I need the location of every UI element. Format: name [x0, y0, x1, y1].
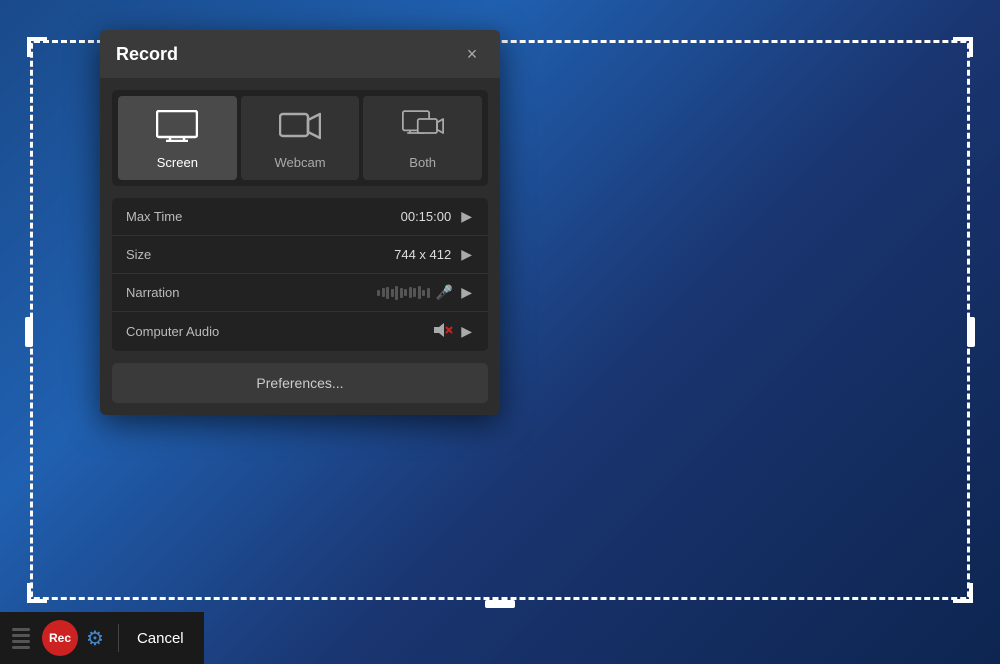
narration-meter — [377, 286, 430, 300]
dialog-title: Record — [116, 44, 178, 65]
mode-tab-screen[interactable]: Screen — [118, 96, 237, 180]
grip-line-3 — [12, 640, 30, 643]
webcam-tab-label: Webcam — [274, 155, 325, 170]
cancel-button[interactable]: Cancel — [129, 626, 192, 651]
mute-icon — [433, 322, 453, 341]
settings-button[interactable]: ⚙ — [86, 626, 104, 651]
computer-audio-chevron[interactable]: ▶ — [459, 323, 474, 340]
both-tab-label: Both — [409, 155, 436, 170]
meter-bar-3 — [386, 287, 389, 299]
bottom-toolbar: Rec ⚙ Cancel — [0, 612, 204, 664]
webcam-icon — [279, 110, 321, 147]
narration-label: Narration — [126, 285, 377, 300]
meter-bar-10 — [418, 286, 421, 299]
meter-bar-2 — [382, 288, 385, 297]
corner-handle-tl — [27, 37, 47, 57]
max-time-row: Max Time 00:15:00 ▶ — [112, 198, 488, 236]
computer-audio-row: Computer Audio ▶ — [112, 312, 488, 351]
max-time-label: Max Time — [126, 209, 401, 224]
screen-icon — [156, 110, 198, 147]
corner-handle-br — [953, 583, 973, 603]
side-handle-right[interactable] — [967, 317, 975, 347]
grip-line-4 — [12, 646, 30, 649]
screen-tab-label: Screen — [157, 155, 198, 170]
meter-bar-11 — [422, 290, 425, 296]
meter-bar-5 — [395, 286, 398, 300]
meter-bar-9 — [413, 288, 416, 297]
preferences-button[interactable]: Preferences... — [112, 363, 488, 403]
side-handle-left[interactable] — [25, 317, 33, 347]
size-label: Size — [126, 247, 394, 262]
meter-bar-4 — [391, 289, 394, 297]
toolbar-grip — [12, 628, 30, 649]
corner-handle-bl — [27, 583, 47, 603]
meter-bar-12 — [427, 288, 430, 298]
rec-button[interactable]: Rec — [42, 620, 78, 656]
close-button[interactable]: × — [460, 42, 484, 66]
narration-row: Narration 🎤 ▶ — [112, 274, 488, 312]
computer-audio-label: Computer Audio — [126, 324, 433, 339]
side-handle-bottom[interactable] — [485, 600, 515, 608]
both-icon — [402, 110, 444, 147]
size-chevron[interactable]: ▶ — [459, 246, 474, 263]
mode-tabs-container: Screen Webcam — [112, 90, 488, 186]
mode-tab-webcam[interactable]: Webcam — [241, 96, 360, 180]
narration-chevron[interactable]: ▶ — [459, 284, 474, 301]
meter-bar-6 — [400, 288, 403, 298]
dialog-header: Record × — [100, 30, 500, 78]
record-dialog: Record × Screen — [100, 30, 500, 415]
microphone-icon: 🎤 — [436, 284, 453, 301]
max-time-chevron[interactable]: ▶ — [459, 208, 474, 225]
meter-bar-8 — [409, 287, 412, 298]
corner-handle-tr — [953, 37, 973, 57]
toolbar-divider — [118, 624, 119, 652]
dialog-body: Screen Webcam — [100, 78, 500, 415]
mode-tab-both[interactable]: Both — [363, 96, 482, 180]
meter-bar-7 — [404, 289, 407, 296]
grip-line-1 — [12, 628, 30, 631]
grip-line-2 — [12, 634, 30, 637]
size-row: Size 744 x 412 ▶ — [112, 236, 488, 274]
max-time-value: 00:15:00 — [401, 209, 452, 224]
settings-section: Max Time 00:15:00 ▶ Size 744 x 412 ▶ Nar… — [112, 198, 488, 351]
meter-bar-1 — [377, 290, 380, 296]
size-value: 744 x 412 — [394, 247, 451, 262]
